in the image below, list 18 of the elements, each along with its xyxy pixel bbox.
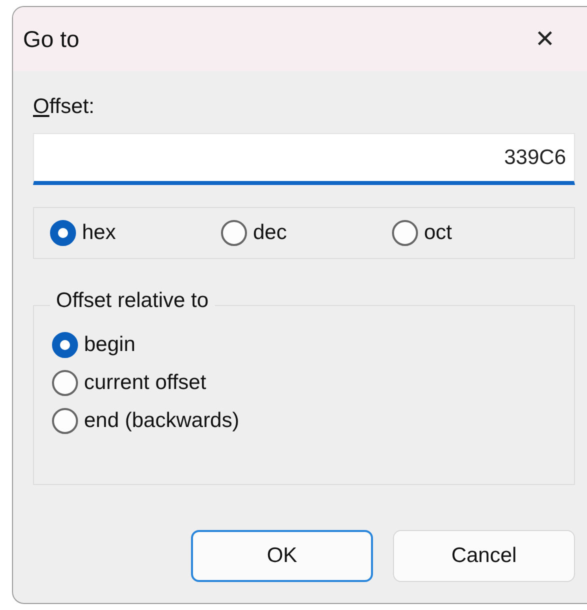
radio-option[interactable]: hex bbox=[50, 220, 221, 246]
radio-label: current offset bbox=[84, 371, 206, 395]
radio-label: dec bbox=[253, 221, 287, 245]
ok-button[interactable]: OK bbox=[191, 530, 373, 582]
radio-option[interactable]: begin bbox=[52, 332, 574, 358]
radio-option[interactable]: oct bbox=[392, 220, 563, 246]
offset-label: Offset: bbox=[33, 95, 96, 119]
radio-label: begin bbox=[84, 333, 136, 357]
cancel-button[interactable]: Cancel bbox=[393, 530, 575, 582]
window-title: Go to bbox=[23, 26, 80, 52]
radio-option[interactable]: current offset bbox=[52, 370, 574, 396]
radio-label: end (backwards) bbox=[84, 409, 240, 433]
close-button[interactable]: ✕ bbox=[526, 21, 563, 57]
offset-field[interactable]: 339C6 bbox=[33, 133, 575, 185]
radio-label: oct bbox=[424, 221, 452, 245]
radio-option[interactable]: dec bbox=[221, 220, 392, 246]
radio-option[interactable]: end (backwards) bbox=[52, 408, 574, 434]
radio-label: hex bbox=[82, 221, 116, 245]
